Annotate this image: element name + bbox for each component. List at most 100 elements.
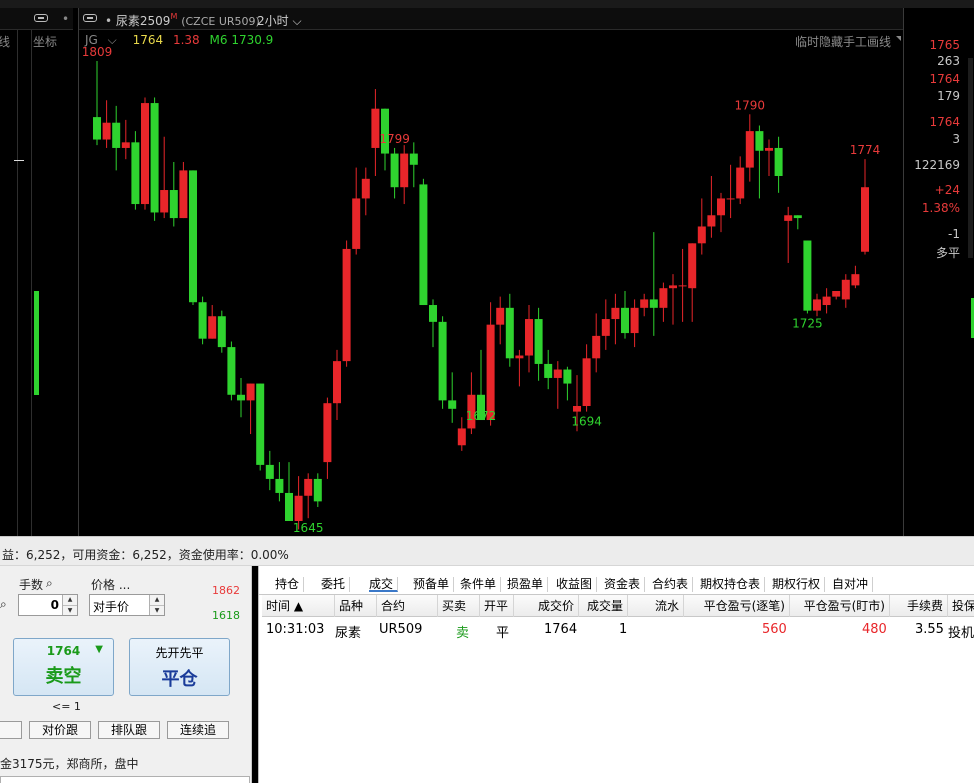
sell-short-button[interactable]: 1764 ▼ 卖空 [13,638,114,696]
candle-up [323,403,332,463]
continuous-chase-button[interactable]: 连续追 [167,721,229,739]
left-sub-panel: • 线 坐标 [0,8,73,536]
limit-up-price: 1862 [212,584,240,597]
left-divider [31,30,32,536]
candle-down [237,394,245,401]
spin-up-icon[interactable]: ▲ [63,595,77,605]
search-icon[interactable]: ⌕ [0,597,7,612]
column-header[interactable]: 时间 ▲ [262,595,335,617]
candle-up [813,299,821,311]
qty-value: 0 [50,598,59,612]
dot-icon: • [62,12,70,26]
candle-up [525,319,533,356]
candle-up [717,198,725,216]
queue-follow-button[interactable]: 排队跟 [98,721,160,739]
column-header[interactable]: 投保 [948,595,974,617]
records-tab[interactable]: 预备单 [413,577,455,592]
records-tab[interactable]: 合约表 [652,577,694,592]
candle-up [121,142,130,148]
close-mode-label: 先开先平 [155,646,204,660]
close-position-button[interactable]: 先开先平 平仓 [129,638,230,696]
records-tab[interactable]: 条件单 [460,577,502,592]
candle-down [198,302,207,339]
candle-up [102,122,111,140]
candle-up [160,190,169,213]
partial-button[interactable] [0,721,22,739]
candle-down [774,147,783,176]
candle-up [486,324,495,421]
records-tab[interactable]: 成交 [369,577,399,592]
column-header[interactable]: 流水 [628,595,684,617]
spin-down-icon[interactable]: ▼ [150,605,164,615]
price-arrows[interactable]: ▲ ▼ [149,595,164,615]
quote-value: +24 [934,183,960,197]
records-tab[interactable]: 自对冲 [832,577,874,592]
price-label[interactable]: 价格 ... [91,576,130,593]
price-annotation: 1645 [293,521,324,535]
quote-value: 179 [937,89,960,103]
column-header[interactable]: 成交价 [514,595,579,617]
candle-up [246,383,255,401]
candle-up [611,307,620,320]
limit-down-price: 1618 [212,609,240,622]
table-row[interactable]: 10:31:03 尿素 UR509 卖 平 1764 1 560 480 3.55 投机 [259,619,974,641]
candle-down [150,103,159,213]
candle-down [275,478,284,493]
price-annotation: 1694 [571,415,602,429]
records-tab[interactable]: 损盈单 [507,577,549,592]
price-stepper[interactable]: 对手价 ▲ ▼ [89,594,165,616]
quote-value: 1764 [929,115,960,129]
records-tab[interactable]: 委托 [321,577,351,592]
column-header[interactable]: 平仓盈亏(逐笔) [684,595,790,617]
follow-counter-button[interactable]: 对价跟 [29,721,91,739]
records-tab[interactable]: 持仓 [275,577,305,592]
candle-up [141,103,149,205]
column-header[interactable]: 合约 [377,595,438,617]
candle-down [563,369,572,384]
qty-arrows[interactable]: ▲ ▼ [62,595,77,615]
candle-up [726,198,735,200]
candle-up [688,243,697,289]
left-tabbar: • [0,8,73,30]
candle-up [304,478,313,496]
column-header[interactable]: 品种 [335,595,377,617]
qty-hint: <= 1 [52,700,81,713]
left-green-bar [34,291,39,395]
candle-down [621,307,629,334]
quote-value: 1764 [929,72,960,86]
spin-down-icon[interactable]: ▼ [63,605,77,615]
table-cell: 卖 [456,626,470,641]
candle-down [256,383,265,465]
column-header[interactable]: 开平 [480,595,514,617]
candle-down [793,215,802,219]
records-tab[interactable]: 期权持仓表 [700,577,766,592]
candle-up [352,198,361,249]
column-header[interactable]: 成交量 [579,595,628,617]
candle-down [93,117,101,140]
candle-up [765,147,773,151]
price-annotation: 1672 [466,409,497,423]
candle-down [285,492,293,521]
table-cell: 尿素 [335,626,362,641]
candle-up [496,307,505,325]
candle-down [169,190,178,219]
records-tabs: 持仓 委托 成交 预备单 条件单 损盈单 收益图 资金表 合约表 期权持仓表 期权行权 自对冲 [259,574,974,595]
candle-up [573,406,581,412]
column-header[interactable]: 买卖 [438,595,480,617]
qty-mode-icon[interactable]: ⌕ [46,576,53,591]
candlestick-chart[interactable]: 1809 1799 1790 1774 1725 1694 1672 1645 [79,8,904,536]
kline-chart-panel[interactable]: • 尿素2509M (CZCE UR509) 2小时 ⌵ JG ⌵ 1764 1… [78,8,903,536]
candle-down [112,122,121,148]
records-tab[interactable]: 期权行权 [772,577,826,592]
order-bottom-field[interactable] [0,776,250,783]
right-scrollbar[interactable] [968,58,973,258]
records-tab[interactable]: 收益图 [556,577,598,592]
column-header[interactable]: 手续费 [890,595,948,617]
qty-stepper[interactable]: 0 ▲ ▼ [18,594,78,616]
records-tab[interactable]: 资金表 [604,577,646,592]
candle-up [361,178,370,199]
column-header[interactable]: 平仓盈亏(盯市) [790,595,890,617]
link-icon[interactable] [34,12,48,26]
spin-up-icon[interactable]: ▲ [150,595,164,605]
candle-down [505,307,514,359]
